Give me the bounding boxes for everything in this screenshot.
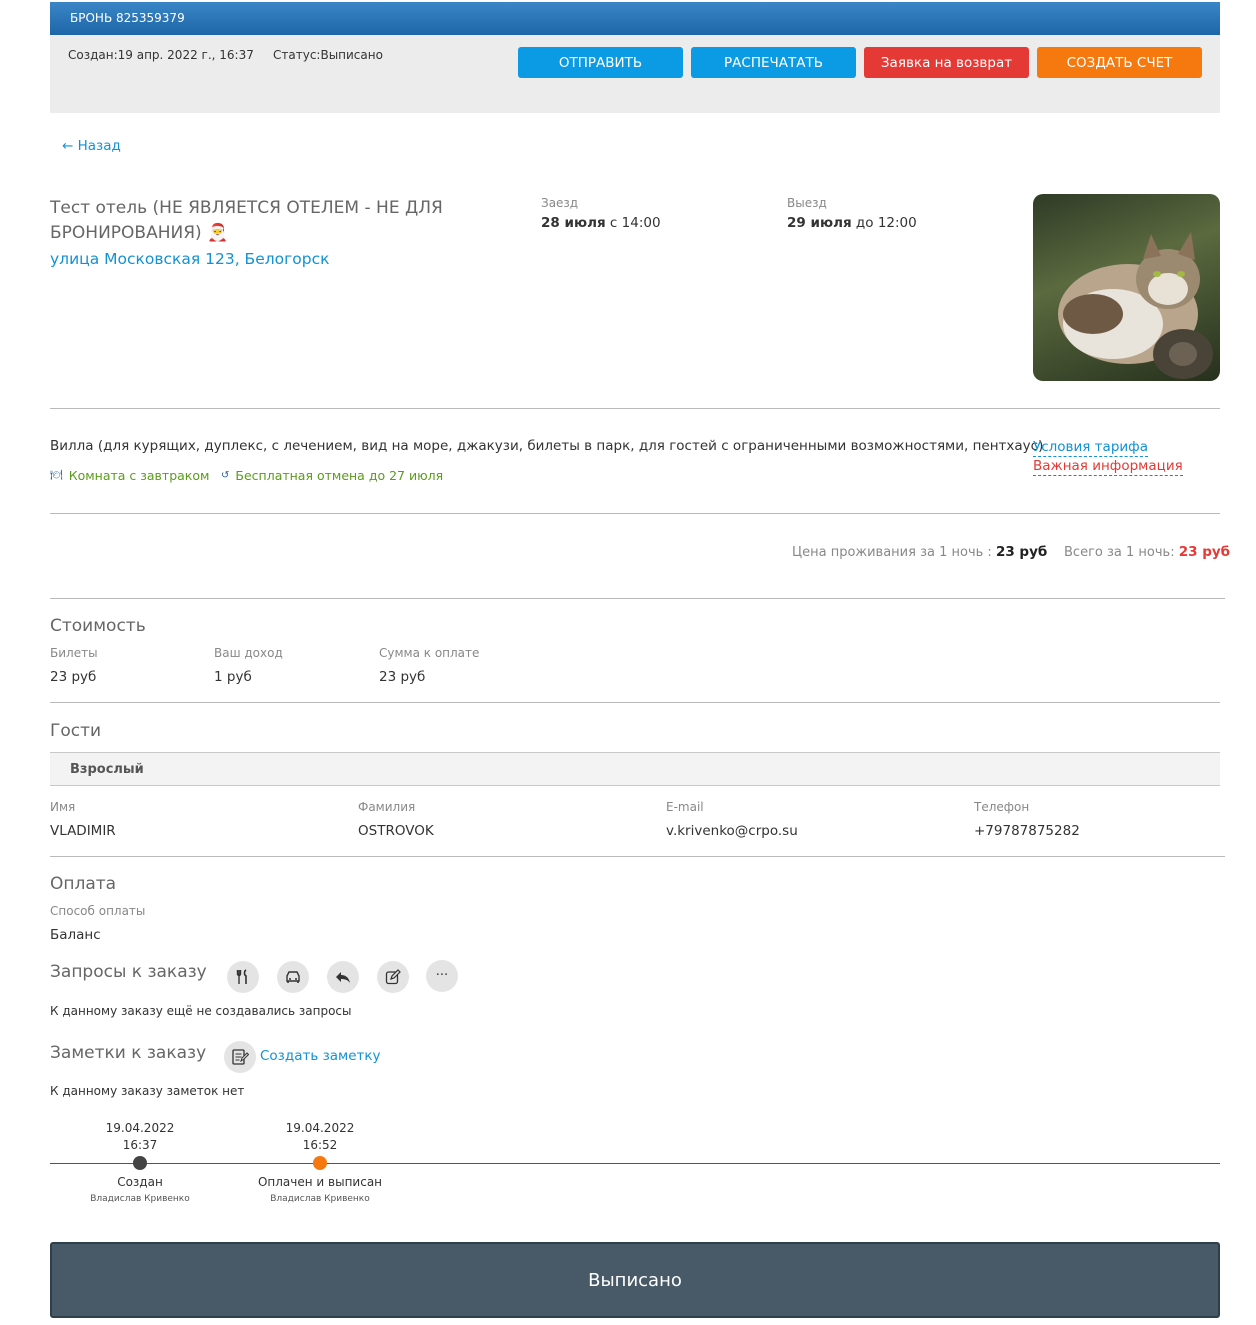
income-value: 1 руб (214, 669, 252, 685)
timeline-line (50, 1163, 1220, 1164)
guest-type-band: Взрослый (50, 752, 1220, 786)
phone-label: Телефон (974, 800, 1030, 814)
checkin-value: 28 июля с 14:00 (541, 215, 661, 231)
note-icon (232, 1049, 249, 1065)
hotel-photo (1033, 194, 1220, 381)
back-link[interactable]: ← Назад (62, 138, 121, 154)
price-total-label: Всего за 1 ночь: (1064, 545, 1179, 560)
last-name-label: Фамилия (358, 800, 416, 814)
first-name-value: VLADIMIR (50, 823, 116, 838)
reply-icon (336, 972, 350, 983)
create-note-link[interactable]: Создать заметку (260, 1048, 381, 1064)
email-label: E-mail (666, 800, 704, 814)
timeline-event-label: Создан (117, 1175, 163, 1189)
payment-title: Оплата (50, 874, 117, 894)
timeline-date-day: 19.04.2022 (285, 1121, 355, 1135)
fork-knife-icon (236, 969, 247, 984)
more-requests-button[interactable]: ··· (426, 960, 458, 992)
requests-empty: К данному заказу ещё не создавались запр… (50, 1004, 352, 1018)
divider (50, 856, 1225, 857)
income-label: Ваш доход (214, 646, 283, 660)
divider (50, 408, 1220, 409)
price-per-night-value: 23 руб (995, 544, 1048, 560)
divider (50, 513, 1220, 514)
price-per-night: Цена проживания за 1 ночь : 23 руб (792, 544, 1047, 560)
price-total-value: 23 руб (1178, 544, 1231, 560)
guest-type: Взрослый (70, 762, 144, 777)
hotel-address-link[interactable]: улица Московская 123, Белогорск (50, 250, 329, 268)
phone-value: +79787875282 (974, 823, 1080, 838)
cancel-policy-icon: ↺ (221, 470, 230, 481)
tickets-label: Билеты (50, 646, 98, 660)
edit-request-button[interactable] (377, 961, 409, 993)
checkout-value: 29 июля до 12:00 (787, 215, 917, 231)
timeline-event: Оплачен и выписан Владислав Кривенко (240, 1174, 400, 1208)
booking-title: БРОНЬ 825359379 (70, 11, 185, 25)
more-icon: ··· (435, 968, 449, 983)
hotel-name: Тест отель (НЕ ЯВЛЯЕТСЯ ОТЕЛЕМ - НЕ ДЛЯ … (50, 198, 443, 243)
payment-method-value: Баланс (50, 927, 101, 943)
timeline-dot-paid (313, 1156, 327, 1170)
timeline-date: 19.04.2022 16:37 (60, 1120, 220, 1154)
edit-icon (385, 969, 401, 985)
tariff-conditions-link[interactable]: Условия тарифа (1033, 439, 1148, 457)
divider (50, 702, 1220, 703)
guests-title: Гости (50, 721, 102, 741)
first-name-label: Имя (50, 800, 76, 814)
send-button[interactable]: ОТПРАВИТЬ (518, 47, 683, 78)
breakfast-label: Комната с завтраком (68, 468, 210, 483)
transfer-request-button[interactable] (277, 961, 309, 993)
cat-image (1058, 232, 1213, 379)
checkout-label: Выезд (787, 196, 827, 210)
room-description: Вилла (для курящих, дуплекс, с лечением,… (50, 438, 1044, 454)
cancellation-label: Бесплатная отмена до 27 июля (235, 468, 444, 483)
checkin-label: Заезд (541, 196, 579, 210)
notes-title: Заметки к заказу (50, 1043, 207, 1063)
payment-method-label: Способ оплаты (50, 904, 146, 918)
timeline-event: Создан Владислав Кривенко (60, 1174, 220, 1208)
reply-request-button[interactable] (327, 961, 359, 993)
refund-request-button[interactable]: Заявка на возврат (864, 47, 1029, 78)
car-icon (286, 971, 300, 983)
breakfast-icon: 🍽 (50, 470, 63, 481)
create-invoice-button[interactable]: СОЗДАТЬ СЧЕТ (1037, 47, 1202, 78)
amount-due-value: 23 руб (379, 669, 426, 685)
checkin-date: 28 июля (541, 215, 606, 231)
booking-status: Статус:Выписано (273, 48, 383, 62)
timeline-event-user: Владислав Кривенко (90, 1194, 190, 1204)
create-note-icon-button[interactable] (224, 1041, 256, 1073)
timeline-event-label: Оплачен и выписан (257, 1175, 383, 1189)
booking-header-bar: БРОНЬ 825359379 (50, 2, 1220, 35)
cancellation-feature: ↺ Бесплатная отмена до 27 июля (221, 468, 443, 483)
timeline-date-time: 16:37 (122, 1138, 158, 1152)
cost-title: Стоимость (50, 616, 146, 636)
timeline-date-time: 16:52 (302, 1138, 338, 1152)
checkout-date: 29 июля (787, 215, 852, 231)
print-button[interactable]: РАСПЕЧАТАТЬ (691, 47, 856, 78)
breakfast-feature: 🍽 Комната с завтраком (50, 468, 209, 483)
final-status-button[interactable]: Выписано (50, 1242, 1220, 1318)
price-per-night-label: Цена проживания за 1 ночь : (792, 545, 996, 560)
checkin-time: с 14:00 (605, 215, 661, 231)
divider (50, 598, 1225, 599)
timeline-dot-created (133, 1156, 147, 1170)
created-date: Создан:19 апр. 2022 г., 16:37 (68, 48, 254, 62)
notes-empty: К данному заказу заметок нет (50, 1084, 245, 1098)
important-info-link[interactable]: Важная информация (1033, 458, 1183, 476)
requests-title: Запросы к заказу (50, 962, 207, 982)
price-total: Всего за 1 ночь: 23 руб (1064, 544, 1230, 560)
restaurant-request-button[interactable] (227, 961, 259, 993)
timeline-date: 19.04.2022 16:52 (240, 1120, 400, 1154)
last-name-value: OSTROVOK (358, 823, 434, 838)
email-value: v.krivenko@crpo.su (666, 823, 798, 838)
timeline-event-user: Владислав Кривенко (270, 1194, 370, 1204)
tickets-value: 23 руб (50, 669, 97, 685)
checkout-time: до 12:00 (851, 215, 917, 231)
amount-due-label: Сумма к оплате (379, 646, 480, 660)
timeline-date-day: 19.04.2022 (105, 1121, 175, 1135)
